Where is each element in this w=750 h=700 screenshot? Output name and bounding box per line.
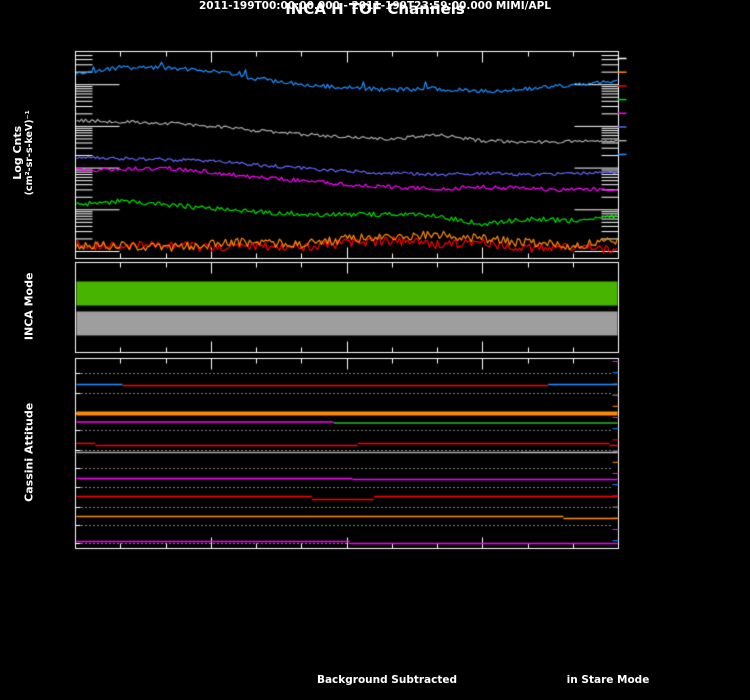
stare-mode-note: in Stare Mode: [566, 674, 650, 686]
time-range-subtitle: 2011-199T00:00:00.000 - 2011-199T23:59:0…: [199, 0, 551, 12]
inca-plot-page: { "title": "INCA H TOF Channels", "subti…: [0, 0, 750, 700]
plot-canvas: [0, 0, 750, 700]
y-axis-title-cassini-attitude: Cassini Attitude: [22, 402, 36, 502]
background-subtracted-note: Background Subtracted: [316, 674, 458, 686]
